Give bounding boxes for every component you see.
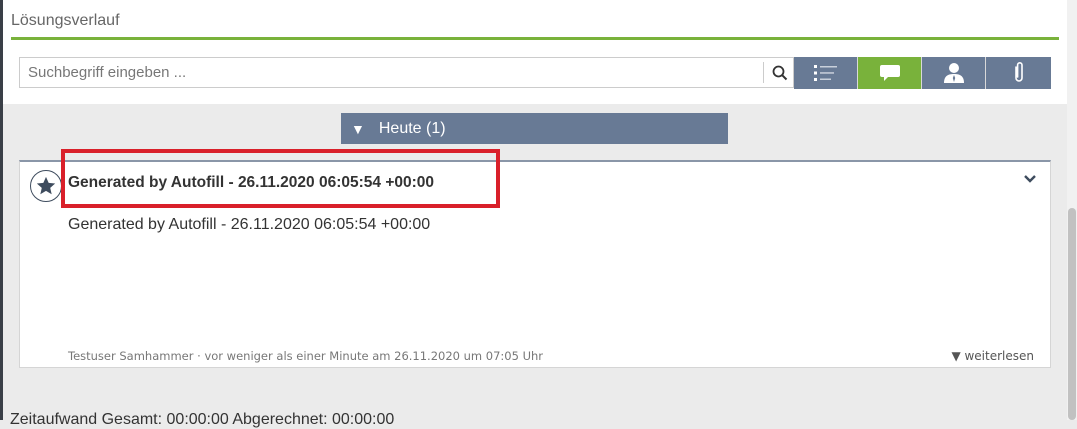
title-underline [11, 37, 1059, 40]
star-icon[interactable] [30, 170, 62, 202]
filter-comments-button[interactable] [858, 57, 922, 89]
list-icon [814, 65, 837, 81]
entry-body: Generated by Autofill - 26.11.2020 06:05… [68, 216, 431, 233]
read-more-link[interactable]: ▼ weiterlesen [951, 349, 1034, 363]
speech-bubble-icon [880, 65, 900, 81]
chevron-down-icon[interactable] [1022, 172, 1038, 186]
search-input[interactable] [20, 58, 762, 87]
scrollbar-thumb[interactable] [1068, 208, 1076, 420]
day-group-header[interactable]: ▼ Heute (1) [341, 113, 728, 144]
paperclip-icon [1014, 62, 1023, 82]
filter-user-button[interactable] [922, 57, 986, 89]
search-icon [772, 65, 788, 80]
entry-meta: Testuser Samhammer · vor weniger als ein… [68, 349, 544, 363]
filter-attachments-button[interactable] [986, 57, 1051, 89]
filter-list-button[interactable] [794, 57, 858, 89]
highlight-annotation-box [61, 149, 500, 208]
search-button[interactable] [766, 58, 794, 87]
search-box [19, 57, 794, 88]
time-effort-summary: Zeitaufwand Gesamt: 00:00:00 Abgerechnet… [10, 411, 395, 428]
section-title: Lösungsverlauf [11, 12, 120, 29]
collapse-triangle-icon: ▼ [351, 120, 365, 137]
day-group-label: Heute (1) [378, 119, 446, 137]
user-icon [944, 63, 964, 83]
search-divider [763, 62, 764, 83]
